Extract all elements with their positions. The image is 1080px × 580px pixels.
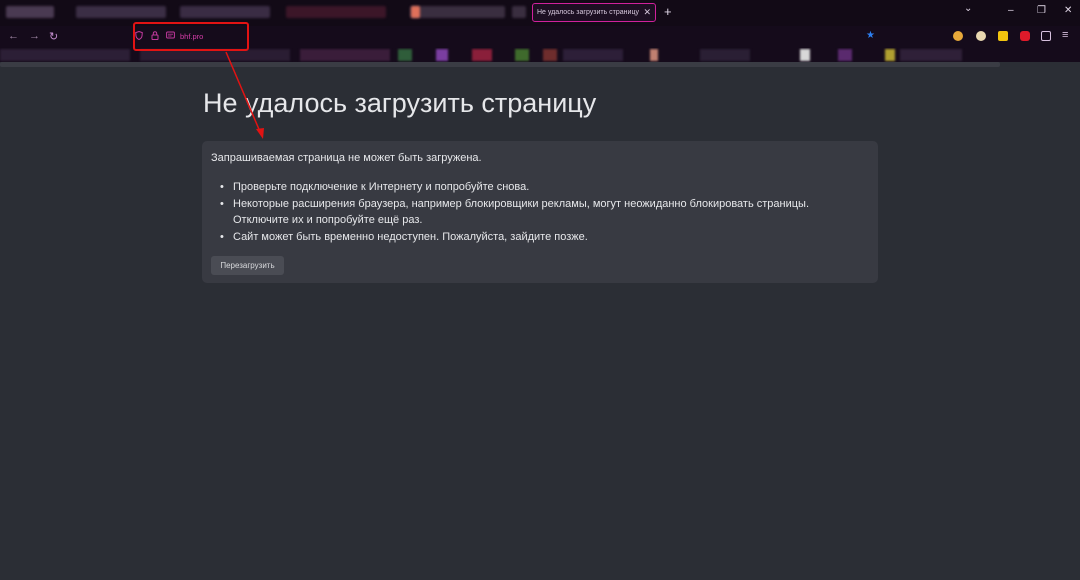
minimize-button[interactable]: – <box>1008 5 1014 16</box>
extension-icon[interactable] <box>953 31 963 41</box>
list-item: Проверьте подключение к Интернету и попр… <box>211 179 866 196</box>
bookmark-item[interactable] <box>900 49 962 61</box>
bookmark-item[interactable] <box>800 49 810 61</box>
bookmark-item[interactable] <box>472 49 492 61</box>
extension-icon[interactable] <box>976 31 986 41</box>
page-title: Не удалось загрузить страницу <box>203 88 597 118</box>
bookmark-item[interactable] <box>543 49 557 61</box>
close-tab-icon[interactable]: ✕ <box>643 7 651 18</box>
reload-page-button[interactable]: Перезагрузить <box>211 256 284 275</box>
suggestion-list: Проверьте подключение к Интернету и попр… <box>211 179 866 245</box>
list-tabs-icon[interactable]: ⌄ <box>964 3 972 14</box>
annotation-arrow <box>225 51 264 139</box>
extensions-puzzle-icon[interactable] <box>1041 31 1051 41</box>
blurred-tab[interactable] <box>286 6 386 18</box>
bookmark-item[interactable] <box>700 49 750 61</box>
blurred-tab[interactable] <box>180 6 270 18</box>
forward-button[interactable]: → <box>29 30 40 42</box>
error-panel: Запрашиваемая страница не может быть заг… <box>202 141 878 283</box>
bookmark-item[interactable] <box>650 49 658 61</box>
bookmark-item[interactable] <box>436 49 448 61</box>
blurred-tab[interactable] <box>512 6 526 18</box>
blurred-tab[interactable] <box>76 6 166 18</box>
horizontal-scrollbar[interactable] <box>0 62 1000 67</box>
annotation-highlight-box <box>133 22 249 51</box>
error-message: Запрашиваемая страница не может быть заг… <box>211 152 482 164</box>
tab-active[interactable]: Не удалось загрузить страницу | F ✕ <box>532 3 656 22</box>
extension-icon[interactable] <box>1020 31 1030 41</box>
bookmark-item[interactable] <box>563 49 623 61</box>
bookmark-item[interactable] <box>885 49 895 61</box>
tab-title: Не удалось загрузить страницу | F <box>537 9 641 16</box>
close-window-button[interactable]: ✕ <box>1064 5 1072 16</box>
list-item: Некоторые расширения браузера, например … <box>211 196 866 229</box>
blurred-tab-icon <box>411 6 420 18</box>
bookmark-item[interactable] <box>0 49 130 61</box>
bookmark-star-icon[interactable]: ★ <box>866 30 875 41</box>
extension-icon[interactable] <box>998 31 1008 41</box>
blurred-tab[interactable] <box>410 6 505 18</box>
reload-button[interactable]: ↻ <box>49 30 58 43</box>
menu-icon[interactable]: ≡ <box>1062 29 1068 41</box>
bookmark-item[interactable] <box>300 49 390 61</box>
bookmark-item[interactable] <box>398 49 412 61</box>
blurred-tab[interactable] <box>6 6 54 18</box>
list-item: Сайт может быть временно недоступен. Пож… <box>211 229 866 246</box>
new-tab-button[interactable]: + <box>664 4 672 19</box>
bookmark-item[interactable] <box>515 49 529 61</box>
back-button[interactable]: ← <box>8 30 19 42</box>
bookmark-item[interactable] <box>838 49 852 61</box>
restore-button[interactable]: ❐ <box>1037 5 1046 16</box>
